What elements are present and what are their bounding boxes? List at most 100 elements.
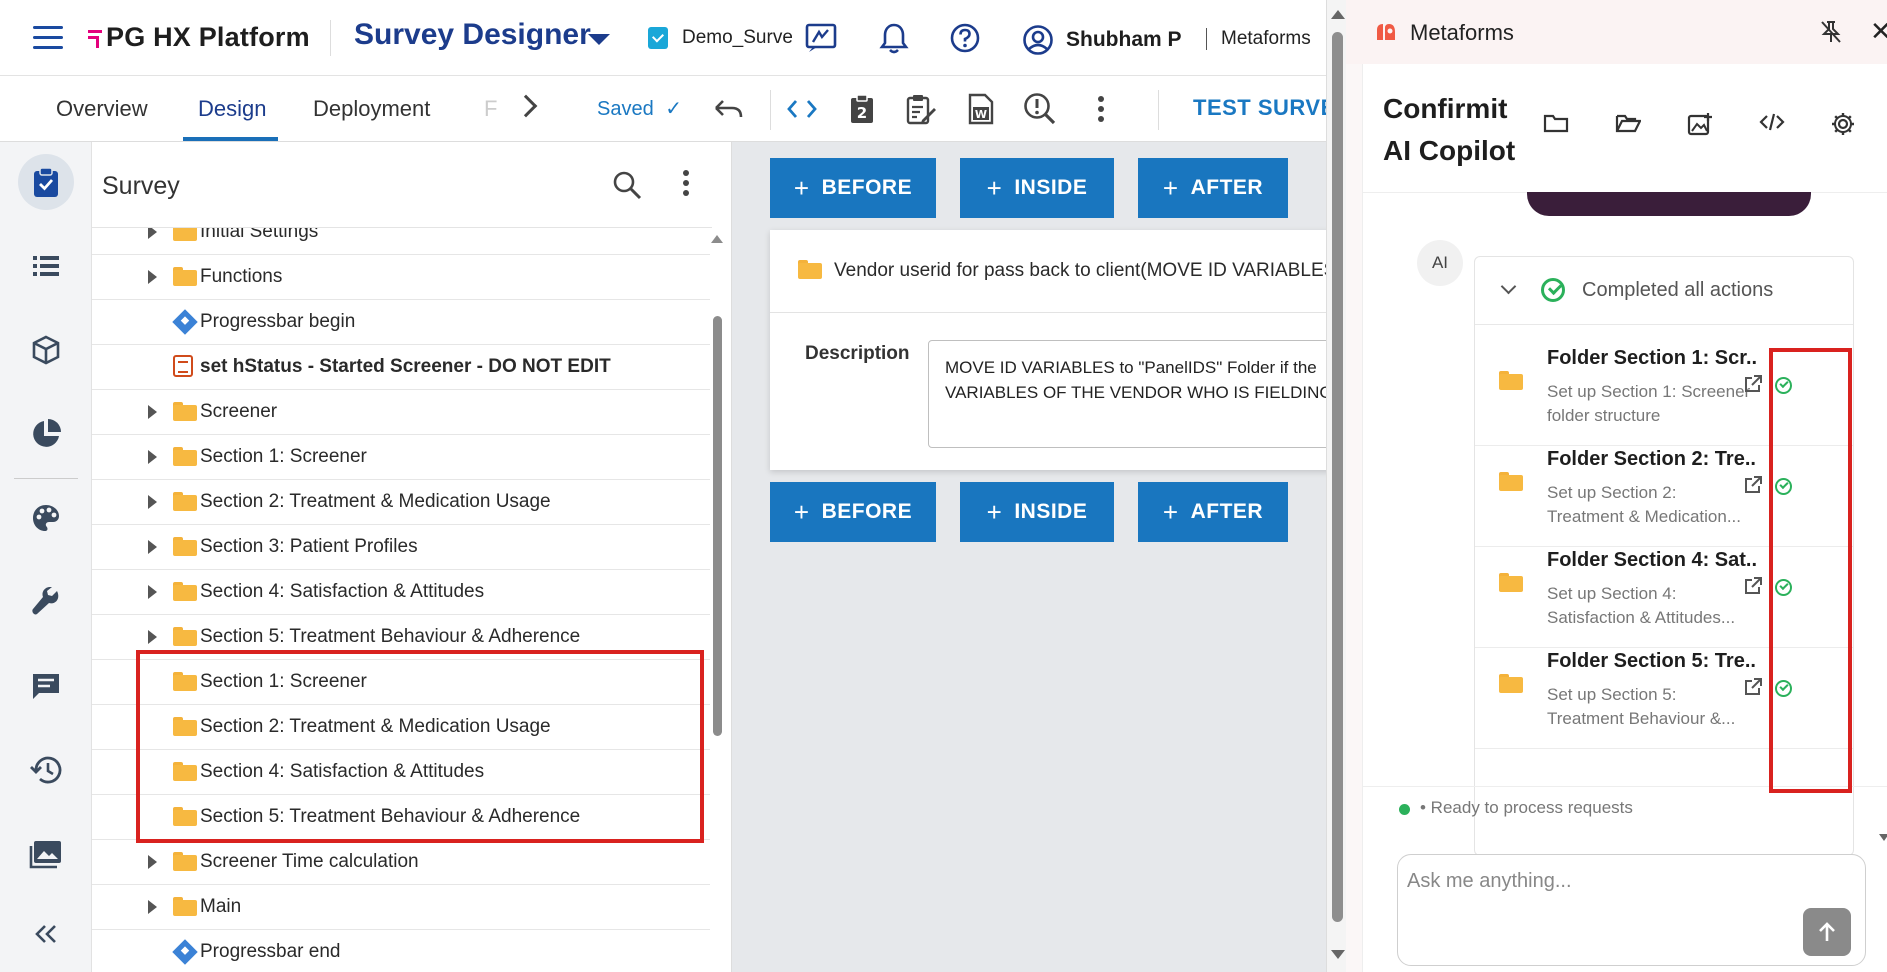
tree-row[interactable]: Progressbar end: [92, 930, 710, 972]
message-icon[interactable]: [18, 658, 74, 714]
close-icon[interactable]: ✕: [1870, 16, 1887, 47]
tree-row[interactable]: Initial Settings: [92, 228, 710, 255]
insert-inside-button[interactable]: + INSIDE: [960, 158, 1114, 218]
folder-card-title[interactable]: Vendor userid for pass back to client(MO…: [834, 260, 1326, 282]
inside-label: INSIDE: [1014, 176, 1088, 199]
scroll-up-icon[interactable]: [1331, 10, 1345, 19]
pie-chart-icon[interactable]: [18, 406, 74, 462]
history-icon[interactable]: [18, 742, 74, 798]
search-icon[interactable]: [612, 170, 642, 205]
folder-open-icon[interactable]: [1615, 112, 1645, 142]
expand-caret-icon[interactable]: [148, 450, 157, 464]
insert-before-button-bottom[interactable]: + BEFORE: [770, 482, 936, 542]
open-external-icon[interactable]: [1743, 677, 1763, 702]
notifications-bell-icon[interactable]: [879, 22, 909, 59]
survey-selector[interactable]: Demo_Survey: [648, 27, 792, 49]
tree-scroll-up-icon[interactable]: [711, 235, 723, 243]
brand-logo[interactable]: PG HX Platform: [88, 22, 310, 53]
collapse-rail-icon[interactable]: [18, 906, 74, 962]
after-label: AFTER: [1190, 500, 1264, 523]
main-scrollbar-thumb[interactable]: [1332, 32, 1343, 922]
tree-row[interactable]: set hStatus - Started Screener - DO NOT …: [92, 345, 710, 390]
tab-design[interactable]: Design: [198, 96, 266, 122]
toolbar-divider: [1158, 90, 1159, 130]
open-external-icon[interactable]: [1743, 576, 1763, 601]
user-menu[interactable]: Shubham P: [1022, 24, 1182, 56]
feedback-icon[interactable]: [805, 22, 839, 59]
unpin-icon[interactable]: [1820, 20, 1842, 49]
undo-icon[interactable]: [711, 92, 745, 126]
palette-icon[interactable]: [18, 490, 74, 546]
open-external-icon[interactable]: [1743, 374, 1763, 399]
tree-row[interactable]: Screener: [92, 390, 710, 435]
test-survey-button[interactable]: TEST SURVEY: [1193, 95, 1326, 121]
validate-search-icon[interactable]: [1023, 92, 1057, 126]
cube-icon[interactable]: [18, 322, 74, 378]
more-vertical-icon[interactable]: [1084, 92, 1118, 126]
actions-summary[interactable]: Completed all actions: [1475, 257, 1853, 325]
app-title[interactable]: Survey Designer: [354, 18, 591, 52]
insert-after-button-bottom[interactable]: + AFTER: [1138, 482, 1288, 542]
insert-after-button[interactable]: + AFTER: [1138, 158, 1288, 218]
scroll-down-icon[interactable]: [1331, 950, 1345, 959]
tree-row-label: Progressbar begin: [200, 311, 356, 332]
tree-scrollbar[interactable]: [713, 316, 722, 736]
images-icon[interactable]: [18, 826, 74, 882]
tab-deployment[interactable]: Deployment: [313, 96, 430, 122]
action-description-line-1: Set up Section 1: Screener: [1547, 382, 1751, 401]
main-scrollbar[interactable]: [1326, 0, 1346, 972]
expand-caret-icon[interactable]: [148, 630, 157, 644]
folder-icon[interactable]: [1543, 112, 1573, 142]
send-button[interactable]: [1803, 908, 1851, 956]
folder-card[interactable]: Vendor userid for pass back to client(MO…: [770, 230, 1326, 470]
tab-overview[interactable]: Overview: [56, 96, 148, 122]
settings-gear-icon[interactable]: [1831, 112, 1861, 142]
expand-caret-icon[interactable]: [148, 585, 157, 599]
tree-row[interactable]: Functions: [92, 255, 710, 300]
app-switcher-chevron-icon[interactable]: [588, 34, 610, 45]
insert-inside-button-bottom[interactable]: + INSIDE: [960, 482, 1114, 542]
code-view-icon[interactable]: [785, 92, 819, 126]
tree-row[interactable]: Screener Time calculation: [92, 840, 710, 885]
collapse-chevron-icon[interactable]: [1500, 278, 1517, 295]
highlight-box-action-icons: [1769, 348, 1852, 793]
tab-overflow[interactable]: F: [484, 96, 497, 122]
survey-clipboard-icon[interactable]: [18, 154, 74, 210]
expand-caret-icon[interactable]: [148, 540, 157, 554]
expand-caret-icon[interactable]: [148, 270, 157, 284]
brand-name: PG HX Platform: [106, 22, 310, 52]
clipboard-number-icon[interactable]: 2: [845, 92, 879, 126]
folder-icon: [173, 228, 197, 242]
wrench-icon[interactable]: [18, 574, 74, 630]
expand-caret-icon[interactable]: [148, 900, 157, 914]
top-header: PG HX Platform Survey Designer Demo_Surv…: [0, 0, 1326, 76]
progressbar-diamond-icon: [172, 309, 198, 335]
tree-row[interactable]: Section 4: Satisfaction & Attitudes: [92, 570, 710, 615]
description-field[interactable]: MOVE ID VARIABLES to "PanelIDS" Folder i…: [928, 340, 1326, 448]
word-export-icon[interactable]: W: [964, 92, 998, 126]
open-external-icon[interactable]: [1743, 475, 1763, 500]
edit-clipboard-icon[interactable]: [904, 92, 938, 126]
menu-icon[interactable]: [33, 26, 63, 50]
list-icon[interactable]: [18, 238, 74, 294]
expand-caret-icon[interactable]: [148, 405, 157, 419]
tree-row[interactable]: Main: [92, 885, 710, 930]
tree-row[interactable]: Progressbar begin: [92, 300, 710, 345]
help-icon[interactable]: [949, 22, 981, 59]
tree-row-label: Section 5: Treatment Behaviour & Adheren…: [200, 626, 581, 647]
tree-more-icon[interactable]: [682, 170, 690, 201]
plus-icon: +: [1162, 172, 1179, 203]
tree-list: Initial Settings Functions Progressbar beg…: [92, 228, 712, 972]
expand-caret-icon[interactable]: [148, 855, 157, 869]
tree-row[interactable]: Section 3: Patient Profiles: [92, 525, 710, 570]
after-label: AFTER: [1190, 176, 1264, 199]
expand-caret-icon[interactable]: [148, 495, 157, 509]
tabs-scroll-right-icon[interactable]: [514, 94, 538, 118]
tree-row[interactable]: Section 2: Treatment & Medication Usage: [92, 480, 710, 525]
insert-before-button[interactable]: + BEFORE: [770, 158, 936, 218]
tree-row[interactable]: Section 1: Screener: [92, 435, 710, 480]
add-image-icon[interactable]: [1687, 112, 1717, 142]
code-icon[interactable]: [1759, 112, 1789, 142]
header-divider: [330, 20, 331, 56]
chat-scroll-down-icon[interactable]: [1879, 834, 1887, 841]
